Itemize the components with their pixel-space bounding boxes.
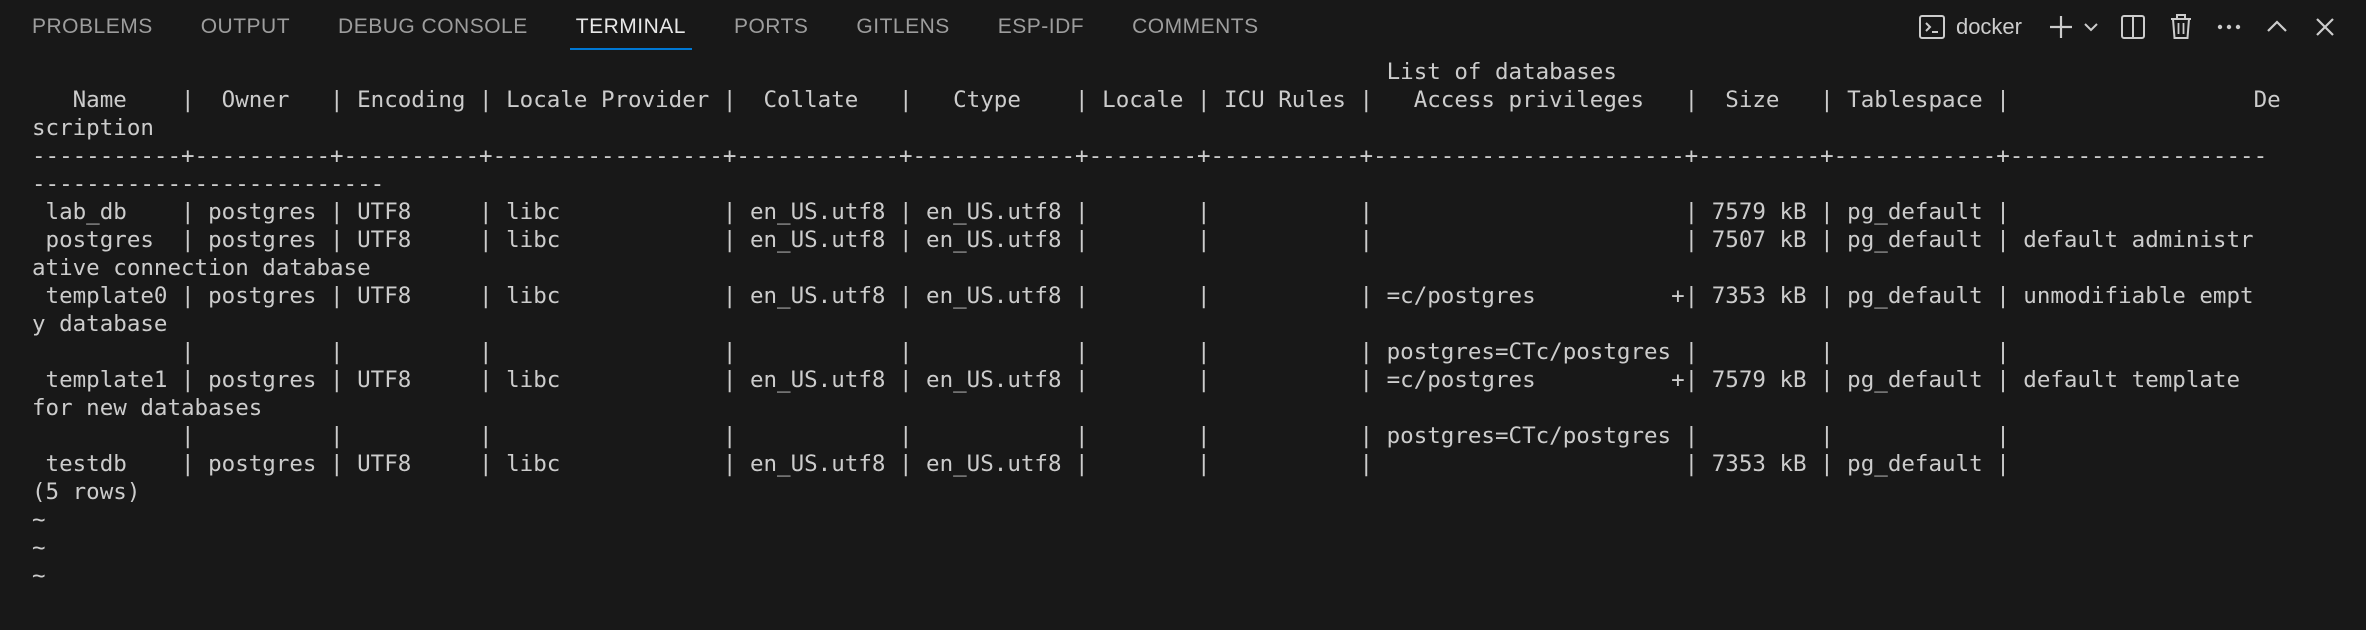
terminal-icon bbox=[1918, 15, 1945, 39]
terminal-line: | | | | | | | | postgres=CTc/postgres | … bbox=[32, 423, 2010, 449]
terminal-line: testdb | postgres | UTF8 | libc | en_US.… bbox=[32, 451, 2010, 477]
tab-esp-idf[interactable]: ESP-IDF bbox=[998, 0, 1084, 54]
terminal-line: template1 | postgres | UTF8 | libc | en_… bbox=[32, 367, 2241, 393]
terminal-line: ~ bbox=[32, 563, 46, 589]
tab-debug-console[interactable]: DEBUG CONSOLE bbox=[338, 0, 528, 54]
close-panel-icon bbox=[2316, 18, 2334, 36]
tab-terminal[interactable]: TERMINAL bbox=[569, 0, 693, 54]
terminal-line: ative connection database bbox=[32, 255, 371, 281]
kill-terminal-icon bbox=[2171, 14, 2191, 39]
terminal-line: scription bbox=[32, 115, 154, 141]
terminal-line: (5 rows) bbox=[32, 479, 141, 505]
terminal-line: template0 | postgres | UTF8 | libc | en_… bbox=[32, 283, 2254, 309]
terminal-line: | | | | | | | | postgres=CTc/postgres | … bbox=[32, 339, 2010, 365]
maximize-panel-button[interactable] bbox=[2260, 10, 2294, 44]
terminal-line: y database bbox=[32, 311, 168, 337]
terminal-panel: PROBLEMS OUTPUT DEBUG CONSOLE TERMINAL P… bbox=[0, 0, 2366, 630]
maximize-panel-icon bbox=[2267, 20, 2287, 32]
tab-gitlens[interactable]: GITLENS bbox=[856, 0, 949, 54]
terminal-line: ~ bbox=[32, 507, 46, 533]
split-terminal-button[interactable] bbox=[2116, 10, 2150, 44]
terminal-line: -------------------------- bbox=[32, 171, 385, 197]
terminal-line: for new databases bbox=[32, 395, 263, 421]
terminal-line: lab_db | postgres | UTF8 | libc | en_US.… bbox=[32, 199, 2010, 225]
terminal-instance-selector[interactable]: docker bbox=[1918, 13, 2022, 41]
kill-terminal-button[interactable] bbox=[2164, 10, 2198, 44]
tab-ports[interactable]: PORTS bbox=[734, 0, 808, 54]
tab-comments[interactable]: COMMENTS bbox=[1132, 0, 1259, 54]
more-actions-icon bbox=[2217, 24, 2241, 30]
close-panel-button[interactable] bbox=[2308, 10, 2342, 44]
terminal-line: List of databases bbox=[32, 59, 1617, 85]
more-actions-button[interactable] bbox=[2212, 10, 2246, 44]
terminal-line: postgres | postgres | UTF8 | libc | en_U… bbox=[32, 227, 2254, 253]
terminal-line: -----------+----------+----------+------… bbox=[32, 143, 2268, 169]
terminal-instance-label: docker bbox=[1955, 14, 2022, 39]
new-terminal-icon bbox=[2050, 16, 2072, 38]
dropdown-chevron-icon bbox=[2084, 23, 2098, 32]
launch-profile-button[interactable] bbox=[2080, 10, 2102, 44]
tab-output[interactable]: OUTPUT bbox=[201, 0, 290, 54]
terminal-line: ~ bbox=[32, 535, 46, 561]
terminal-output[interactable]: List of databases Name | Owner | Encodin… bbox=[32, 58, 2342, 628]
panel-actions: docker bbox=[1918, 0, 2342, 54]
tab-problems[interactable]: PROBLEMS bbox=[32, 0, 153, 54]
split-terminal-icon bbox=[2121, 15, 2145, 39]
terminal-line: Name | Owner | Encoding | Locale Provide… bbox=[32, 87, 2281, 113]
new-terminal-button[interactable] bbox=[2044, 10, 2078, 44]
